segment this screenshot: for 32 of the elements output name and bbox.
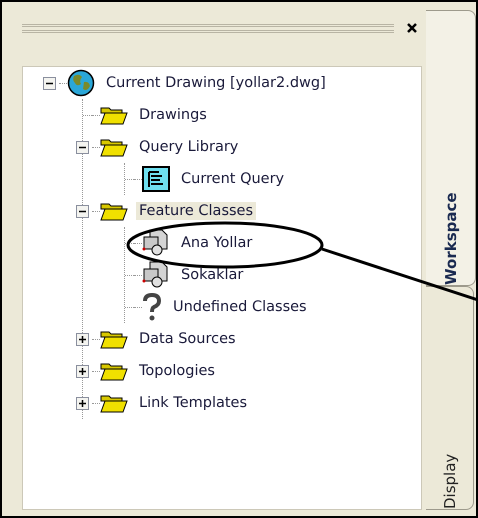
expand-toggle[interactable] xyxy=(76,396,89,410)
tree-item[interactable]: Topologies xyxy=(136,362,218,380)
folder-icon xyxy=(100,105,128,125)
folder-icon xyxy=(100,329,128,349)
feature-class-icon xyxy=(142,229,170,257)
close-icon xyxy=(407,23,417,33)
collapse-toggle[interactable] xyxy=(76,204,89,218)
tree-item[interactable]: Ana Yollar xyxy=(178,234,256,252)
globe-icon xyxy=(67,69,95,97)
query-icon xyxy=(142,166,170,192)
tree-item[interactable]: Undefined Classes xyxy=(170,298,310,316)
tree-item[interactable]: Link Templates xyxy=(136,394,250,412)
folder-icon xyxy=(100,137,128,157)
tree-item[interactable]: Drawings xyxy=(136,106,210,124)
tree-item[interactable]: Query Library xyxy=(136,138,242,156)
feature-class-icon xyxy=(142,261,170,289)
tree-item[interactable]: Current Drawing [yollar2.dwg] xyxy=(103,74,329,92)
side-tab[interactable]: Workspace xyxy=(426,10,476,286)
tree-item[interactable]: Sokaklar xyxy=(178,266,246,284)
collapse-toggle[interactable] xyxy=(43,76,56,90)
side-tab[interactable]: Display xyxy=(426,286,474,510)
tree-item[interactable]: Current Query xyxy=(178,170,288,188)
grip-bar[interactable] xyxy=(22,24,394,32)
expand-toggle[interactable] xyxy=(76,364,89,378)
question-icon xyxy=(142,293,162,321)
collapse-toggle[interactable] xyxy=(76,140,89,154)
tree-item[interactable]: Data Sources xyxy=(136,330,239,348)
tree-item[interactable]: Feature Classes xyxy=(136,202,256,220)
folder-icon xyxy=(100,201,128,221)
expand-toggle[interactable] xyxy=(76,332,89,346)
folder-icon xyxy=(100,361,128,381)
folder-icon xyxy=(100,393,128,413)
